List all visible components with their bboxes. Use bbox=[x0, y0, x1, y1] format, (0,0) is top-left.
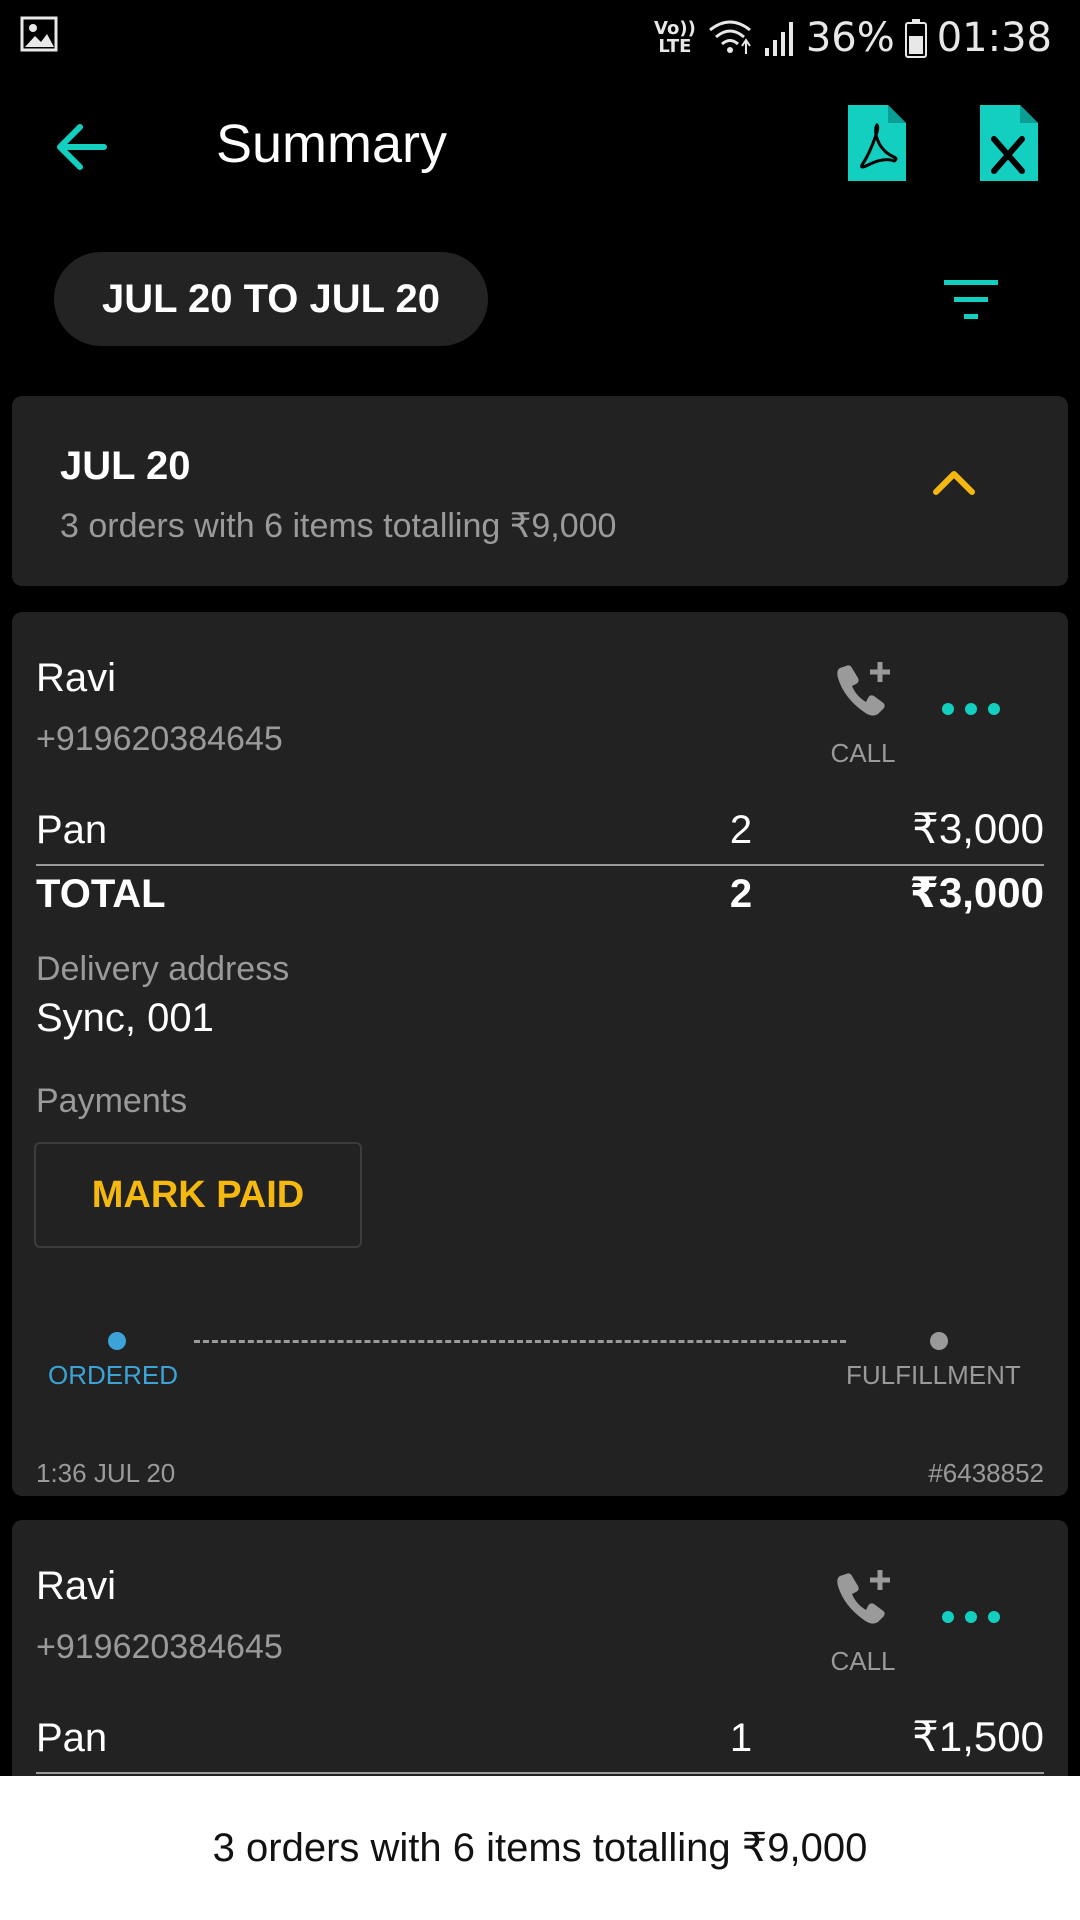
order-id: #6438852 bbox=[928, 1458, 1044, 1488]
mark-paid-button[interactable]: MARK PAID bbox=[34, 1142, 362, 1248]
more-options-icon[interactable] bbox=[936, 1602, 1006, 1632]
total-qty: 2 bbox=[729, 872, 753, 916]
customer-phone: +919620384645 bbox=[36, 720, 283, 758]
order-timestamp: 1:36 JUL 20 bbox=[36, 1458, 176, 1488]
progress-track bbox=[194, 1340, 846, 1343]
battery-icon bbox=[904, 19, 927, 58]
day-group-header[interactable]: JUL 20 3 orders with 6 items totalling ₹… bbox=[12, 396, 1068, 586]
filter-icon[interactable] bbox=[940, 276, 1002, 324]
step-fulfillment-dot bbox=[930, 1332, 948, 1350]
signal-icon bbox=[764, 22, 793, 56]
call-label: CALL bbox=[830, 1646, 896, 1676]
chevron-up-icon[interactable] bbox=[926, 462, 982, 502]
divider bbox=[36, 1772, 1044, 1774]
line-item: Pan 2 ₹3,000 bbox=[36, 805, 1044, 864]
page-title: Summary bbox=[216, 114, 448, 174]
customer-phone: +919620384645 bbox=[36, 1628, 283, 1666]
item-name: Pan bbox=[36, 808, 108, 852]
item-amount: ₹1,500 bbox=[912, 1713, 1044, 1760]
item-qty: 2 bbox=[729, 808, 753, 852]
step-fulfillment-label: FULFILLMENT bbox=[846, 1360, 1021, 1390]
battery-percent: 36% bbox=[805, 15, 895, 61]
wifi-icon bbox=[708, 20, 751, 54]
pdf-file-icon[interactable] bbox=[848, 105, 906, 181]
item-name: Pan bbox=[36, 1716, 108, 1760]
step-ordered-label: ORDERED bbox=[48, 1360, 179, 1390]
volte-indicator: Vo)) LTE bbox=[654, 18, 696, 57]
total-label: TOTAL bbox=[36, 872, 166, 916]
more-options-icon[interactable] bbox=[936, 694, 1006, 724]
clock: 01:38 bbox=[936, 15, 1052, 61]
toolbar: Summary bbox=[0, 75, 1080, 215]
total-row: TOTAL 2 ₹3,000 bbox=[36, 869, 1044, 928]
phone-add-icon bbox=[837, 1570, 890, 1624]
back-arrow-icon[interactable] bbox=[48, 111, 120, 183]
phone-add-icon bbox=[837, 662, 890, 716]
delivery-address: Sync, 001 bbox=[36, 996, 214, 1040]
divider bbox=[36, 864, 1044, 866]
payments-label: Payments bbox=[36, 1082, 188, 1120]
call-button[interactable]: CALL bbox=[812, 1566, 912, 1676]
step-ordered-dot bbox=[108, 1332, 126, 1350]
customer-name: Ravi bbox=[36, 656, 117, 700]
customer-name: Ravi bbox=[36, 1564, 117, 1608]
call-button[interactable]: CALL bbox=[812, 658, 912, 768]
item-qty: 1 bbox=[729, 1716, 753, 1760]
day-date: JUL 20 bbox=[60, 444, 191, 488]
status-bar: Vo)) LTE 36% 01:38 bbox=[0, 0, 1080, 75]
excel-file-icon[interactable] bbox=[980, 105, 1038, 181]
total-amount: ₹3,000 bbox=[909, 869, 1044, 916]
item-amount: ₹3,000 bbox=[912, 805, 1044, 852]
line-item: Pan 1 ₹1,500 bbox=[36, 1713, 1044, 1772]
order-card: Ravi +919620384645 CALL Pan 2 ₹3,000 TOT… bbox=[12, 612, 1068, 1496]
call-label: CALL bbox=[830, 738, 896, 768]
delivery-label: Delivery address bbox=[36, 950, 290, 988]
bottom-summary-text: 3 orders with 6 items totalling ₹9,000 bbox=[212, 1826, 868, 1870]
gallery-icon bbox=[20, 16, 58, 52]
date-range-chip[interactable]: JUL 20 TO JUL 20 bbox=[54, 252, 488, 346]
day-summary: 3 orders with 6 items totalling ₹9,000 bbox=[60, 507, 617, 545]
bottom-summary-bar: 3 orders with 6 items totalling ₹9,000 bbox=[0, 1776, 1080, 1920]
